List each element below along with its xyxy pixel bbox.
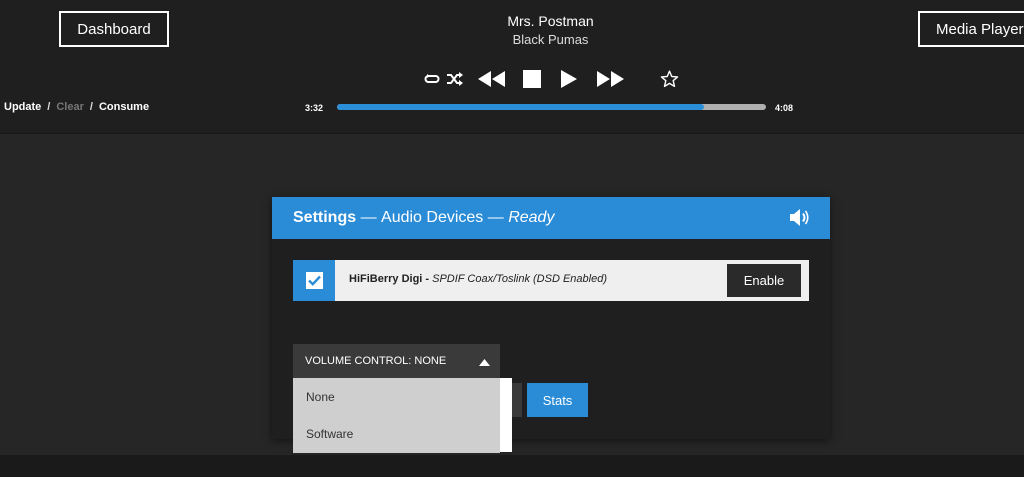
separator: / [47, 101, 51, 113]
previous-icon[interactable] [476, 66, 506, 92]
title-separator: — [483, 209, 509, 226]
volume-option-none[interactable]: None [293, 378, 500, 415]
enable-button[interactable]: Enable [727, 264, 801, 297]
stats-button[interactable]: Stats [527, 383, 588, 417]
checkmark-icon [307, 275, 321, 286]
progress-bar[interactable] [337, 104, 766, 110]
repeat-icon[interactable] [423, 66, 441, 92]
playback-controls [0, 66, 1024, 92]
total-time: 4:08 [775, 103, 794, 113]
panel-title: Settings [293, 209, 357, 226]
volume-control-label: VOLUME CONTROL: NONE [305, 355, 447, 367]
header: Dashboard Media Player Mrs. Postman Blac… [0, 0, 1024, 134]
track-artist: Black Pumas [512, 32, 589, 47]
title-separator: — [356, 209, 382, 226]
device-check-cell [293, 260, 335, 301]
clear-link[interactable]: Clear [56, 101, 84, 113]
device-title: HiFiBerry Digi - [349, 273, 430, 285]
speaker-icon[interactable] [790, 209, 810, 231]
update-link[interactable]: Update [4, 101, 41, 113]
settings-panel: Settings — Audio Devices — Ready HiFiBer… [272, 197, 830, 453]
separator: / [89, 101, 93, 113]
device-description: SPDIF Coax/Toslink (DSD Enabled) [429, 273, 607, 285]
panel-status: Ready [508, 209, 555, 226]
audio-device-row: HiFiBerry Digi - SPDIF Coax/Toslink (DSD… [293, 260, 809, 301]
volume-control-menu: None Software [293, 378, 500, 453]
volume-control-dropdown[interactable]: VOLUME CONTROL: NONE [293, 344, 500, 378]
track-title: Mrs. Postman [507, 13, 594, 29]
panel-section: Audio Devices [381, 209, 484, 226]
elapsed-time: 3:32 [305, 103, 324, 113]
device-name: HiFiBerry Digi - SPDIF Coax/Toslink (DSD… [349, 273, 607, 285]
volume-option-software[interactable]: Software [293, 415, 500, 452]
star-icon[interactable] [658, 66, 680, 92]
panel-header: Settings — Audio Devices — Ready [272, 197, 830, 239]
caret-up-icon [479, 357, 490, 369]
device-checkbox[interactable] [305, 272, 323, 289]
footer-bar [0, 455, 1024, 477]
progress-fill [337, 104, 704, 110]
play-icon[interactable] [559, 66, 579, 92]
queue-actions: Update / Clear / Consume [4, 101, 149, 113]
consume-link[interactable]: Consume [99, 101, 149, 113]
next-icon[interactable] [595, 66, 625, 92]
hidden-button[interactable] [512, 383, 522, 417]
menu-scrollbar[interactable] [500, 378, 512, 452]
stop-icon[interactable] [521, 66, 543, 92]
shuffle-icon[interactable] [444, 66, 466, 92]
